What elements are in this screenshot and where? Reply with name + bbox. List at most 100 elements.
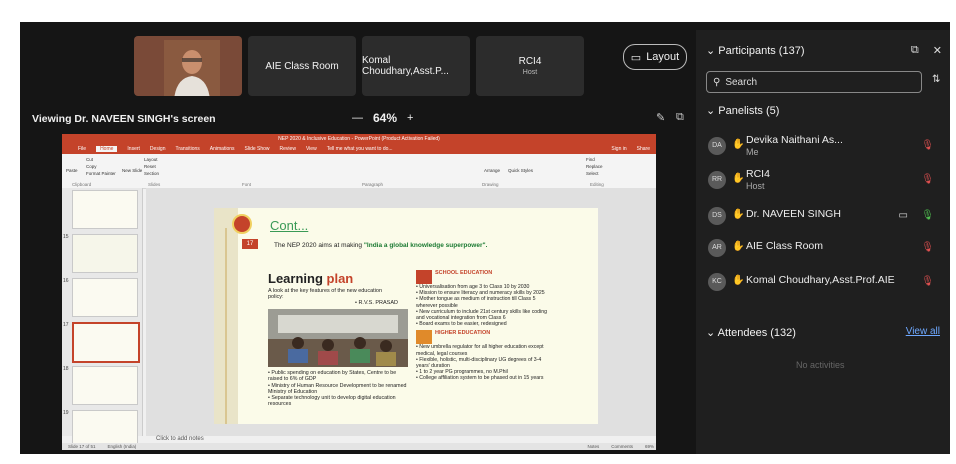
no-activities-text: No activities xyxy=(796,360,845,370)
ppt-menu-transitions[interactable]: Transitions xyxy=(176,146,200,152)
raise-hand-icon: ✋ xyxy=(732,275,745,286)
ppt-menu-file[interactable]: File xyxy=(78,146,86,152)
ppt-find[interactable]: Find xyxy=(586,157,595,162)
ppt-menu-review[interactable]: Review xyxy=(280,146,296,152)
panelists-header[interactable]: ⌄ Panelists (5) xyxy=(706,104,779,117)
zoom-in-button[interactable]: + xyxy=(407,112,413,124)
avatar: KC xyxy=(708,273,726,291)
list-item: • New curriculum to include 21st century… xyxy=(416,308,547,322)
popout-icon[interactable]: ⧉ xyxy=(911,44,919,57)
muted-mic-icon[interactable]: 🎙 xyxy=(921,174,934,185)
ppt-copy[interactable]: Copy xyxy=(86,164,97,169)
list-item: • Mother tongue as medium of instruction… xyxy=(416,296,536,309)
layout-icon: ▭ xyxy=(630,51,642,64)
ppt-menu-slideshow[interactable]: Slide Show xyxy=(245,146,270,152)
ppt-section[interactable]: Section xyxy=(144,171,159,176)
slide-thumb-selected[interactable] xyxy=(72,322,140,363)
ppt-menu-animations[interactable]: Animations xyxy=(210,146,235,152)
participant-name: RCI4 Host xyxy=(746,168,770,191)
participant-name: Komal Choudhary,Asst.Prof.AIE xyxy=(746,274,895,286)
nep-line: The NEP 2020 aims at making "India a glo… xyxy=(274,242,487,249)
list-item: • Flexible, holistic, multi-disciplinary… xyxy=(416,356,542,370)
participant-row[interactable]: DA ✋ Devika Naithani As... Me 🎙 xyxy=(708,134,944,158)
current-slide: Cont... 17 The NEP 2020 aims at making "… xyxy=(214,208,598,424)
viewing-label: Viewing Dr. NAVEEN SINGH's screen xyxy=(32,113,216,125)
comments-button[interactable]: Comments xyxy=(611,444,633,449)
right-points: SCHOOL EDUCATION • Universalisation from… xyxy=(416,270,554,382)
raise-hand-icon: ✋ xyxy=(732,173,745,184)
attendees-header[interactable]: ⌄ Attendees (132) xyxy=(706,326,796,339)
participant-row[interactable]: DS ✋ Dr. NAVEEN SINGH ▭ 🎙 xyxy=(708,204,944,228)
ppt-cut[interactable]: Cut xyxy=(86,157,93,162)
ppt-titlebar: NEP 2020 & Inclusive Education - PowerPo… xyxy=(62,134,656,144)
zoom-control: — 64% + xyxy=(352,111,413,125)
ppt-status-bar: Slide 17 of 51 English (India) Notes Com… xyxy=(62,443,656,450)
ppt-paste[interactable]: Paste xyxy=(66,168,78,173)
raise-hand-icon: ✋ xyxy=(732,241,745,252)
avatar: AR xyxy=(708,239,726,257)
attendees-title: Attendees (132) xyxy=(717,327,796,339)
ppt-format-painter[interactable]: Format Painter xyxy=(86,171,116,176)
list-item: • Ministry of Human Resource Development… xyxy=(268,382,407,395)
list-item: • Board exams to be easier, redesigned xyxy=(416,321,507,328)
video-tile-aie-class-room[interactable]: AIE Class Room xyxy=(248,36,356,96)
close-icon[interactable]: ✕ xyxy=(933,44,942,57)
popout-icon[interactable]: ⧉ xyxy=(676,111,684,124)
slide-thumb[interactable] xyxy=(72,366,138,405)
emblem-logo xyxy=(232,214,252,234)
slide-thumbnails: 15 16 17 18 19 xyxy=(62,188,143,449)
classroom-photo xyxy=(268,309,408,367)
muted-mic-icon[interactable]: 🎙 xyxy=(921,242,934,253)
ppt-menu-view[interactable]: View xyxy=(306,146,317,152)
learning-plan-title: Learning plan xyxy=(268,271,353,286)
ppt-new-slide[interactable]: New Slide xyxy=(122,168,142,173)
panelists-title: Panelists (5) xyxy=(718,105,780,117)
ppt-group-slides: Slides xyxy=(148,182,161,187)
ppt-menu-home[interactable]: Home xyxy=(96,146,118,152)
ppt-share[interactable]: Share xyxy=(637,146,650,152)
annotate-icon[interactable]: ✎ xyxy=(656,111,665,124)
ppt-replace[interactable]: Replace xyxy=(586,164,603,169)
video-tile-presenter[interactable] xyxy=(134,36,242,96)
participant-row[interactable]: RR ✋ RCI4 Host 🎙 xyxy=(708,168,944,192)
layout-button[interactable]: ▭ Layout xyxy=(623,44,687,70)
search-placeholder: Search xyxy=(725,76,758,88)
ppt-sign-in[interactable]: Sign in xyxy=(611,146,626,152)
search-input[interactable]: ⚲ Search xyxy=(706,71,922,93)
presenter-video xyxy=(164,40,220,96)
slide-thumb[interactable] xyxy=(72,234,138,273)
ppt-group-clipboard: Clipboard xyxy=(72,182,92,187)
chevron-down-icon: ⌄ xyxy=(706,105,716,117)
participants-header[interactable]: ⌄ Participants (137) xyxy=(706,44,805,57)
ppt-menu-design[interactable]: Design xyxy=(150,146,166,152)
ppt-arrange[interactable]: Arrange xyxy=(484,168,500,173)
ppt-select[interactable]: Select xyxy=(586,171,599,176)
video-tile-komal[interactable]: Komal Choudhary,Asst.P... xyxy=(362,36,470,96)
ppt-reset[interactable]: Reset xyxy=(144,164,156,169)
higher-edu-icon xyxy=(416,330,432,345)
notes-button[interactable]: Notes xyxy=(587,444,599,449)
ppt-quick-styles[interactable]: Quick Styles xyxy=(508,168,533,173)
sort-icon[interactable]: ⇅ xyxy=(932,74,940,85)
ppt-group-paragraph: Paragraph xyxy=(362,182,384,187)
raise-hand-icon: ✋ xyxy=(732,139,745,150)
muted-mic-icon[interactable]: 🎙 xyxy=(921,140,934,151)
raise-hand-icon: ✋ xyxy=(732,209,745,220)
slide-thumb[interactable] xyxy=(72,278,138,317)
chevron-down-icon: ⌄ xyxy=(706,327,716,339)
video-tile-rci4[interactable]: RCI4 Host xyxy=(476,36,584,96)
ppt-tell-me[interactable]: Tell me what you want to do... xyxy=(327,146,393,152)
mic-icon[interactable]: 🎙 xyxy=(921,210,934,221)
school-heading: SCHOOL EDUCATION xyxy=(435,270,493,276)
zoom-out-button[interactable]: — xyxy=(352,112,363,124)
tile-role: Host xyxy=(522,69,538,76)
muted-mic-icon[interactable]: 🎙 xyxy=(921,276,934,287)
ppt-layout[interactable]: Layout xyxy=(144,157,158,162)
participant-row[interactable]: KC ✋ Komal Choudhary,Asst.Prof.AIE 🎙 xyxy=(708,270,944,294)
slide-thumb[interactable] xyxy=(72,190,138,229)
participant-row[interactable]: AR ✋ AIE Class Room 🎙 xyxy=(708,236,944,260)
lp-sub-text: A look at the key features of the new ed… xyxy=(268,288,383,300)
ppt-menu-insert[interactable]: Insert xyxy=(127,146,140,152)
view-all-link[interactable]: View all xyxy=(906,326,940,337)
camera-icon[interactable]: ▭ xyxy=(899,210,908,221)
